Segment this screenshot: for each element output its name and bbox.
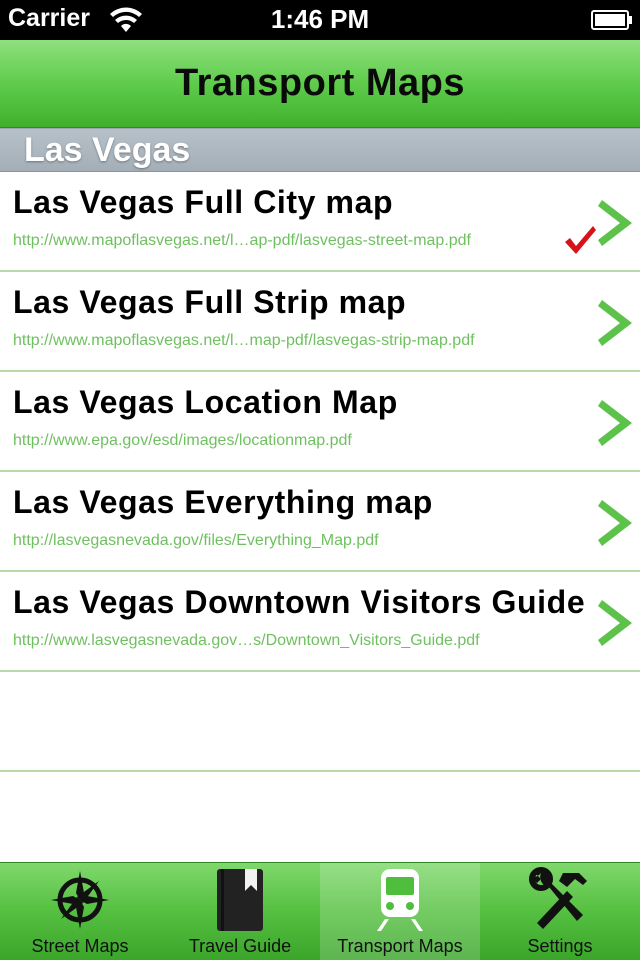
tab-bar: Street Maps Travel Guide Transport Maps … xyxy=(0,862,640,960)
list-item[interactable]: Las Vegas Full City map http://www.mapof… xyxy=(0,172,640,272)
tab-travel-guide[interactable]: Travel Guide xyxy=(160,863,320,960)
clock: 1:46 PM xyxy=(270,4,370,34)
tab-label: Transport Maps xyxy=(337,936,463,956)
section-title: Las Vegas xyxy=(24,131,191,169)
map-list: Las Vegas Full City map http://www.mapof… xyxy=(0,172,640,772)
status-bar: Carrier 1:46 PM xyxy=(0,0,640,40)
list-item[interactable]: Las Vegas Downtown Visitors Guide http:/… xyxy=(0,572,640,672)
map-title: Las Vegas Everything map xyxy=(13,484,433,520)
map-url: http://www.mapoflasvegas.net/l…map-pdf/l… xyxy=(13,332,475,349)
tab-label: Street Maps xyxy=(31,936,129,956)
empty-row xyxy=(0,672,640,772)
tab-label: Settings xyxy=(527,936,593,956)
battery-icon xyxy=(591,10,632,30)
train-icon xyxy=(377,869,423,931)
map-url: http://www.lasvegasnevada.gov…s/Downtown… xyxy=(13,632,480,649)
map-url: http://www.mapoflasvegas.net/l…ap-pdf/la… xyxy=(13,232,471,249)
map-title: Las Vegas Downtown Visitors Guide xyxy=(13,584,586,620)
compass-icon xyxy=(51,871,109,929)
chevron-right-icon[interactable] xyxy=(598,398,634,448)
book-icon xyxy=(217,869,263,931)
list-item[interactable]: Las Vegas Full Strip map http://www.mapo… xyxy=(0,272,640,372)
section-header: Las Vegas xyxy=(0,128,640,172)
chevron-right-icon[interactable] xyxy=(598,298,634,348)
list-item[interactable]: Las Vegas Everything map http://lasvegas… xyxy=(0,472,640,572)
checkmark-icon xyxy=(565,226,596,254)
map-title: Las Vegas Location Map xyxy=(13,384,398,420)
map-title: Las Vegas Full Strip map xyxy=(13,284,407,320)
list-item[interactable]: Las Vegas Location Map http://www.epa.go… xyxy=(0,372,640,472)
map-url: http://lasvegasnevada.gov/files/Everythi… xyxy=(13,532,379,549)
map-url: http://www.epa.gov/esd/images/locationma… xyxy=(13,432,352,449)
chevron-right-icon[interactable] xyxy=(598,598,634,648)
tools-icon xyxy=(529,867,587,929)
tab-label: Travel Guide xyxy=(188,936,292,956)
tab-street-maps[interactable]: Street Maps xyxy=(0,863,160,960)
map-title: Las Vegas Full City map xyxy=(13,184,394,220)
chevron-right-icon[interactable] xyxy=(598,198,634,248)
navigation-bar: Transport Maps xyxy=(0,40,640,128)
tab-settings[interactable]: Settings xyxy=(480,863,640,960)
chevron-right-icon[interactable] xyxy=(598,498,634,548)
tab-transport-maps[interactable]: Transport Maps xyxy=(320,863,480,960)
page-title: Transport Maps xyxy=(175,62,465,104)
